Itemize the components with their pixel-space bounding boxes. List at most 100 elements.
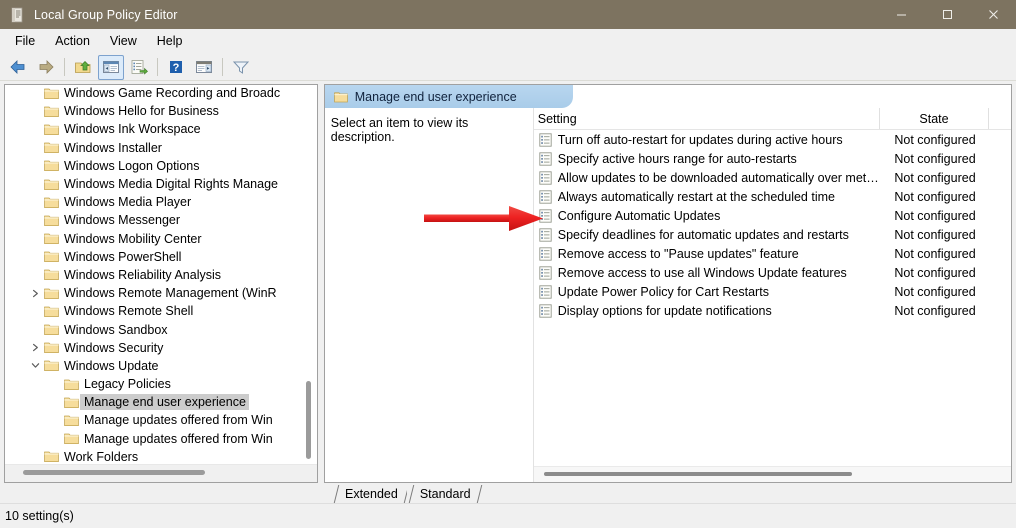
setting-name-label: Display options for update notifications — [557, 303, 772, 318]
back-button[interactable] — [5, 55, 31, 80]
settings-list-row[interactable]: Allow updates to be downloaded automatic… — [534, 168, 1011, 187]
tree-item[interactable]: Windows Sandbox — [5, 320, 317, 338]
menu-bar: File Action View Help — [0, 29, 1016, 54]
export-list-button[interactable] — [126, 55, 152, 80]
settings-list-row[interactable]: Configure Automatic Updates Not configure… — [534, 206, 1011, 225]
tree-item[interactable]: Windows Remote Shell — [5, 302, 317, 320]
settings-pane-title: Manage end user experience — [354, 89, 517, 104]
policy-setting-icon — [537, 303, 554, 318]
menu-view[interactable]: View — [100, 31, 147, 52]
column-header-setting[interactable]: Setting — [534, 108, 880, 129]
tree-item-label: Windows Messenger — [64, 213, 181, 228]
local-group-policy-editor-window: Local Group Policy Editor File Action Vi… — [0, 0, 1016, 528]
tree-item[interactable]: Windows Update — [5, 357, 317, 375]
tree-item[interactable]: Manage updates offered from Win — [5, 411, 317, 429]
setting-state-cell: Not configured — [894, 170, 976, 185]
column-header-state[interactable]: State — [880, 108, 989, 129]
tree-item-label: Manage end user experience — [80, 394, 249, 411]
tree-item-label: Windows Game Recording and Broadc — [64, 86, 281, 101]
chevron-right-icon[interactable] — [27, 289, 43, 298]
menu-action[interactable]: Action — [45, 31, 100, 52]
tree-item[interactable]: Manage end user experience — [5, 393, 317, 411]
tree-item[interactable]: Windows Media Player — [5, 193, 317, 211]
console-tree-icon-button[interactable] — [98, 54, 124, 80]
forward-button[interactable] — [33, 55, 59, 80]
tree-item-label: Windows Installer — [64, 140, 162, 155]
tree-item-label: Windows Logon Options — [64, 158, 200, 173]
tree-item[interactable]: Windows Security — [5, 339, 317, 357]
main-content: Windows Game Recording and Broadc Windows… — [0, 81, 1016, 483]
tree-item-label: Work Folders — [64, 449, 139, 464]
setting-name-cell: Remove access to use all Windows Update … — [534, 266, 881, 280]
settings-list-row[interactable]: Specify active hours range for auto-rest… — [534, 149, 1011, 168]
funnel-filter-icon-button[interactable] — [228, 55, 254, 80]
column-header-comment[interactable] — [989, 108, 1011, 129]
menu-help[interactable]: Help — [147, 31, 193, 52]
setting-name-cell: Allow updates to be downloaded automatic… — [534, 171, 881, 185]
tree-item-label: Manage updates offered from Win — [84, 431, 273, 446]
tree-item[interactable]: Work Folders — [5, 448, 317, 464]
policy-setting-icon — [537, 132, 554, 147]
tree-item-label: Windows PowerShell — [64, 249, 182, 264]
settings-list-row[interactable]: Specify deadlines for automatic updates … — [534, 225, 1011, 244]
minimize-button[interactable] — [878, 0, 924, 29]
status-bar: 10 setting(s) — [0, 503, 1016, 528]
tree-item[interactable]: Windows PowerShell — [5, 248, 317, 266]
tree-item[interactable]: Windows Hello for Business — [5, 102, 317, 120]
maximize-button[interactable] — [924, 0, 970, 29]
tree-item[interactable]: Windows Messenger — [5, 211, 317, 229]
folder-icon — [43, 268, 60, 281]
help-button[interactable]: ? — [163, 55, 189, 80]
folder-icon — [43, 305, 60, 318]
setting-state-cell: Not configured — [894, 284, 976, 299]
tree-horizontal-scroll-thumb[interactable] — [23, 470, 205, 475]
tree-item[interactable]: Windows Ink Workspace — [5, 120, 317, 138]
up-one-level-button[interactable] — [70, 55, 96, 80]
toolbar-separator-3 — [222, 58, 223, 76]
folder-icon — [43, 87, 60, 100]
settings-list-row[interactable]: Update Power Policy for Cart Restarts Not… — [534, 282, 1011, 301]
folder-icon — [43, 287, 60, 300]
settings-list-horizontal-scroll-thumb[interactable] — [543, 472, 852, 476]
tree-item[interactable]: Legacy Policies — [5, 375, 317, 393]
policy-setting-icon — [537, 151, 554, 166]
window-title: Local Group Policy Editor — [34, 7, 178, 22]
tree-item[interactable]: Windows Logon Options — [5, 157, 317, 175]
tree-item[interactable]: Manage updates offered from Win — [5, 430, 317, 448]
tree-item-label: Legacy Policies — [84, 377, 171, 392]
close-button[interactable] — [970, 0, 1016, 29]
folder-icon — [43, 141, 60, 154]
settings-list-row[interactable]: Remove access to use all Windows Update … — [534, 263, 1011, 282]
setting-name-cell: Turn off auto-restart for updates during… — [534, 133, 881, 147]
tree-item[interactable]: Windows Game Recording and Broadc — [5, 85, 317, 102]
tree-item[interactable]: Windows Reliability Analysis — [5, 266, 317, 284]
setting-name-label: Specify deadlines for automatic updates … — [557, 227, 849, 242]
tree-vertical-scrollbar[interactable] — [299, 85, 317, 459]
folder-icon — [43, 214, 60, 227]
tree-vertical-scroll-thumb[interactable] — [305, 381, 311, 459]
chevron-right-icon[interactable] — [27, 343, 43, 352]
tree-horizontal-scrollbar[interactable] — [5, 464, 317, 482]
settings-list-row[interactable]: Display options for update notifications… — [534, 301, 1011, 320]
settings-list-row[interactable]: Remove access to "Pause updates" feature… — [534, 244, 1011, 263]
tree-item[interactable]: Windows Remote Management (WinR — [5, 284, 317, 302]
settings-list-row[interactable]: Turn off auto-restart for updates during… — [534, 130, 1011, 149]
tree-item[interactable]: Windows Media Digital Rights Manage — [5, 175, 317, 193]
tab-standard[interactable]: Standard — [406, 484, 480, 503]
settings-list-horizontal-scrollbar[interactable] — [533, 466, 1011, 482]
folder-icon — [43, 123, 60, 136]
tree-item-label: Windows Hello for Business — [64, 104, 219, 119]
chevron-down-icon[interactable] — [27, 361, 43, 370]
menu-file[interactable]: File — [5, 31, 45, 52]
tree-item[interactable]: Windows Mobility Center — [5, 230, 317, 248]
setting-state-cell: Not configured — [894, 151, 976, 166]
setting-name-label: Specify active hours range for auto-rest… — [557, 151, 797, 166]
tree-item[interactable]: Windows Installer — [5, 139, 317, 157]
policy-setting-icon — [537, 170, 554, 185]
folder-icon — [63, 414, 80, 427]
setting-name-label: Turn off auto-restart for updates during… — [557, 132, 843, 147]
tab-extended[interactable]: Extended — [332, 484, 407, 503]
settings-list-row[interactable]: Always automatically restart at the sche… — [534, 187, 1011, 206]
action-pane-icon-button[interactable] — [191, 55, 217, 80]
description-text: Select an item to view its description. — [330, 116, 469, 144]
